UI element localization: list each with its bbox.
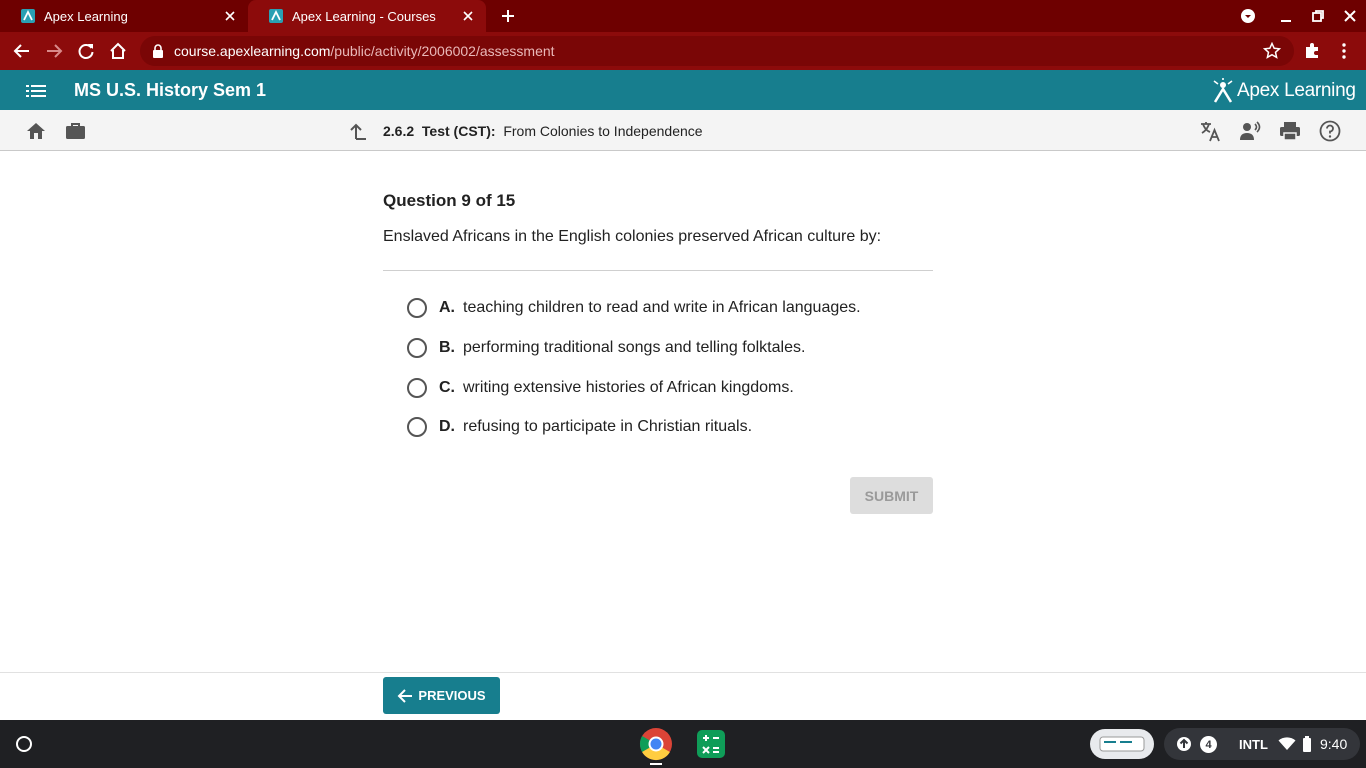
- url-path: /public/activity/2006002/assessment: [330, 43, 555, 59]
- briefcase-icon[interactable]: [65, 121, 86, 141]
- new-tab-icon[interactable]: [500, 8, 516, 24]
- apex-learning-brand: Apex Learning: [1237, 80, 1356, 101]
- bookmark-star-icon[interactable]: [1263, 42, 1281, 60]
- choice-text: refusing to participate in Christian rit…: [463, 418, 753, 435]
- translate-icon[interactable]: [1199, 120, 1221, 142]
- extensions-icon[interactable]: [1303, 42, 1321, 60]
- close-window-icon[interactable]: [1343, 8, 1357, 24]
- answer-choice-c[interactable]: C. writing extensive histories of Africa…: [407, 377, 794, 399]
- tab-search-icon[interactable]: [1240, 8, 1256, 24]
- url-text: course.apexlearning.com/public/activity/…: [174, 43, 555, 59]
- close-tab-icon[interactable]: [460, 8, 476, 24]
- back-icon[interactable]: [13, 42, 31, 60]
- answer-choice-d[interactable]: D. refusing to participate in Christian …: [407, 416, 752, 438]
- calculator-app-icon[interactable]: [697, 730, 725, 758]
- apex-favicon-icon: [268, 8, 284, 24]
- up-level-arrow-icon[interactable]: [348, 121, 368, 141]
- radio-button[interactable]: [407, 338, 427, 358]
- help-icon[interactable]: [1319, 120, 1341, 142]
- wifi-icon[interactable]: [1278, 737, 1296, 751]
- restore-icon[interactable]: [1311, 8, 1325, 24]
- battery-icon: [1302, 736, 1312, 752]
- radio-button[interactable]: [407, 378, 427, 398]
- reload-icon[interactable]: [77, 42, 95, 60]
- url-host: course.apexlearning.com: [174, 43, 331, 59]
- answer-choice-b[interactable]: B. performing traditional songs and tell…: [407, 337, 805, 359]
- activity-type: Test (CST):: [421, 123, 496, 139]
- choice-text: performing traditional songs and telling…: [463, 339, 806, 356]
- tab-title: Apex Learning: [44, 8, 128, 24]
- launcher-icon[interactable]: [14, 734, 34, 754]
- running-app-indicator: [650, 763, 662, 765]
- activity-title: 2.6.2 Test (CST): From Colonies to Indep…: [383, 123, 703, 139]
- apex-logo-icon: [1212, 78, 1234, 104]
- submit-button[interactable]: SUBMIT: [850, 477, 933, 514]
- tab-title: Apex Learning - Courses: [292, 8, 436, 24]
- course-title: MS U.S. History Sem 1: [74, 80, 267, 100]
- activity-name: From Colonies to Independence: [503, 123, 703, 139]
- clock-time[interactable]: 9:40: [1320, 736, 1347, 752]
- holding-space-thumbnail[interactable]: [1090, 729, 1154, 759]
- choice-letter: A.: [439, 299, 455, 316]
- chrome-app-icon[interactable]: [639, 727, 673, 761]
- arrow-left-icon: [397, 688, 413, 704]
- forward-icon[interactable]: [45, 42, 63, 60]
- answer-choice-a[interactable]: A. teaching children to read and write i…: [407, 297, 861, 319]
- minimize-icon[interactable]: [1279, 8, 1293, 24]
- read-aloud-icon[interactable]: [1239, 120, 1261, 142]
- choice-letter: B.: [439, 339, 455, 356]
- choice-letter: C.: [439, 379, 455, 396]
- input-method-label[interactable]: INTL: [1239, 737, 1268, 752]
- browser-tab-apex-learning[interactable]: Apex Learning: [0, 0, 248, 32]
- os-shelf: [0, 720, 1366, 768]
- radio-button[interactable]: [407, 417, 427, 437]
- home-browser-icon[interactable]: [109, 42, 127, 60]
- update-icon[interactable]: [1176, 736, 1192, 752]
- choice-letter: D.: [439, 418, 455, 435]
- question-number: Question 9 of 15: [383, 191, 516, 210]
- activity-number: 2.6.2: [383, 123, 415, 139]
- question-text: Enslaved Africans in the English colonie…: [383, 228, 882, 245]
- browser-menu-icon[interactable]: [1339, 42, 1349, 60]
- lock-icon[interactable]: [152, 44, 164, 58]
- close-tab-icon[interactable]: [222, 8, 238, 24]
- question-divider: [383, 270, 933, 271]
- menu-list-icon[interactable]: [26, 83, 46, 99]
- print-icon[interactable]: [1279, 120, 1301, 142]
- radio-button[interactable]: [407, 298, 427, 318]
- previous-button[interactable]: PREVIOUS: [383, 677, 500, 714]
- choice-text: writing extensive histories of African k…: [463, 379, 794, 396]
- page-footer: [0, 672, 1366, 720]
- previous-label: PREVIOUS: [418, 688, 486, 703]
- notification-count-badge[interactable]: 4: [1200, 736, 1217, 753]
- choice-text: teaching children to read and write in A…: [463, 299, 861, 316]
- apex-favicon-icon: [20, 8, 36, 24]
- home-icon[interactable]: [26, 121, 46, 141]
- browser-tab-apex-learning-courses[interactable]: Apex Learning - Courses: [248, 0, 486, 32]
